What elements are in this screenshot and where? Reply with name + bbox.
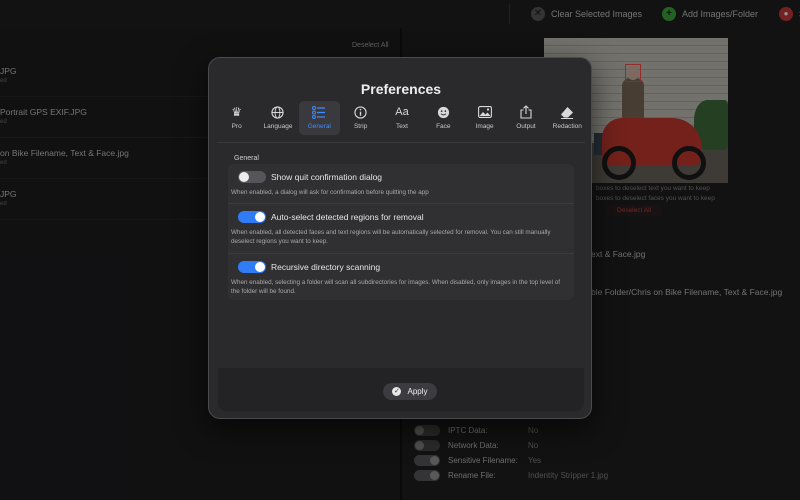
- setting-label: Auto-select detected regions for removal: [271, 212, 424, 222]
- checkmark-icon: ✓: [392, 387, 402, 396]
- share-icon: [520, 104, 532, 120]
- setting-description: When enabled, all detected faces and tex…: [231, 229, 551, 245]
- preferences-tab-bar: ♛ Pro Language General Strip Aa Text Fac…: [216, 101, 588, 135]
- setting-row: Auto-select detected regions for removal: [238, 210, 424, 224]
- auto-select-toggle[interactable]: [238, 211, 266, 223]
- globe-icon: [271, 104, 285, 120]
- tab-label: Image: [475, 123, 494, 130]
- section-title: General: [234, 155, 259, 162]
- face-icon: [437, 104, 450, 120]
- tab-divider: [217, 142, 585, 143]
- eraser-icon: [560, 104, 574, 120]
- tab-face[interactable]: Face: [423, 101, 464, 135]
- apply-label: Apply: [407, 387, 428, 396]
- dialog-footer: ✓ Apply: [218, 368, 584, 411]
- setting-label: Recursive directory scanning: [271, 262, 381, 272]
- setting-description: When enabled, a dialog will ask for conf…: [231, 189, 429, 196]
- tab-strip[interactable]: Strip: [340, 101, 381, 135]
- tab-label: Face: [436, 123, 451, 130]
- setting-row: Show quit confirmation dialog: [238, 170, 382, 184]
- tab-label: Output: [516, 123, 536, 130]
- setting-row: Recursive directory scanning: [238, 260, 380, 274]
- tab-label: Pro: [231, 123, 242, 130]
- tab-general[interactable]: General: [298, 101, 340, 135]
- info-icon: [354, 104, 367, 120]
- dialog-title: Preferences: [360, 81, 442, 97]
- group-divider: [228, 253, 574, 254]
- setting-description: When enabled, selecting a folder will sc…: [231, 279, 561, 295]
- setting-label: Show quit confirmation dialog: [271, 172, 383, 182]
- apply-button[interactable]: ✓ Apply: [383, 383, 437, 400]
- text-icon: Aa: [395, 105, 409, 118]
- crown-icon: ♛: [231, 105, 243, 119]
- tab-pro[interactable]: ♛ Pro: [216, 101, 257, 135]
- preferences-dialog: Preferences ♛ Pro Language General Strip…: [208, 57, 592, 419]
- tab-label: Text: [396, 123, 408, 130]
- recursive-scanning-toggle[interactable]: [238, 261, 266, 273]
- tab-label: Strip: [353, 123, 368, 130]
- tab-text[interactable]: Aa Text: [381, 101, 422, 135]
- tab-label: Language: [263, 123, 293, 130]
- tab-label: General: [307, 123, 331, 130]
- image-icon: [477, 104, 492, 120]
- tab-output[interactable]: Output: [505, 101, 546, 135]
- list-settings-icon: [312, 104, 326, 120]
- group-divider: [228, 203, 574, 204]
- tab-language[interactable]: Language: [257, 101, 298, 135]
- tab-image[interactable]: Image: [464, 101, 505, 135]
- settings-group: Show quit confirmation dialog When enabl…: [228, 164, 574, 300]
- quit-confirmation-toggle[interactable]: [238, 171, 266, 183]
- tab-label: Redaction: [552, 123, 582, 130]
- tab-redaction[interactable]: Redaction: [547, 101, 588, 135]
